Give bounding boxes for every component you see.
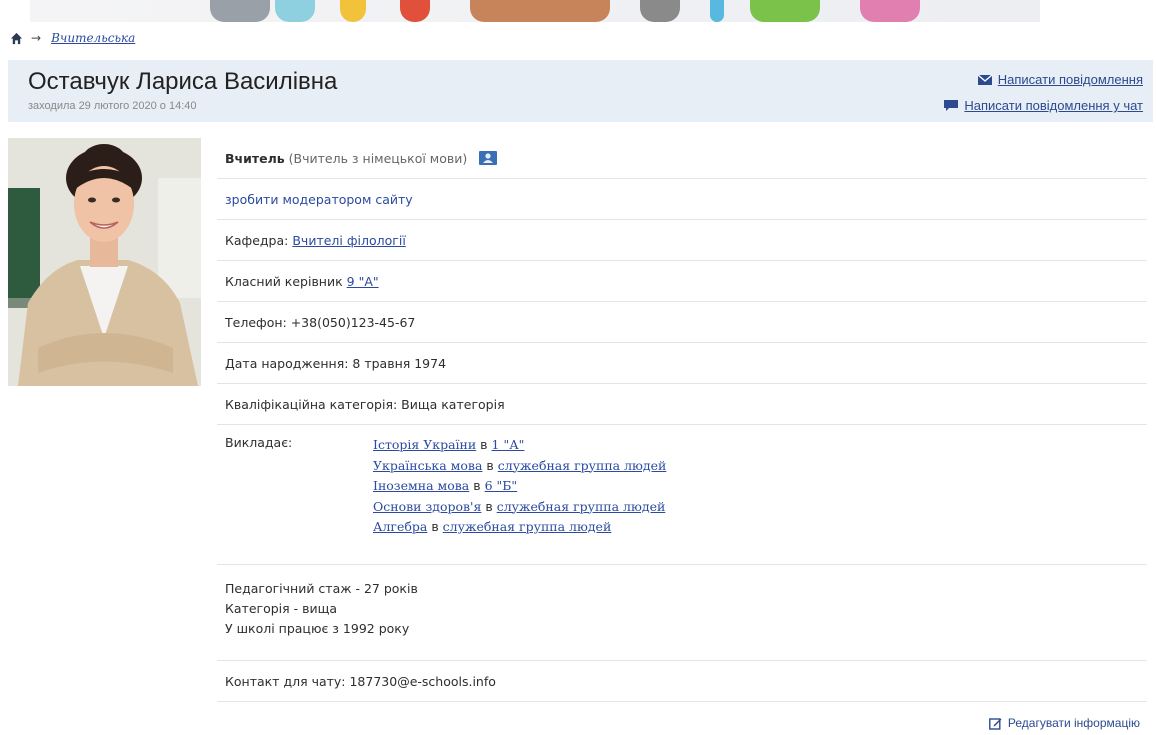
edit-icon	[988, 717, 1002, 730]
role-detail: (Вчитель з німецької мови)	[288, 150, 468, 166]
profile-name: Оставчук Лариса Василівна	[28, 68, 338, 95]
profile-info: Вчитель (Вчитель з німецької мови) зроби…	[217, 138, 1147, 702]
last-seen-text: заходила 29 лютого 2020 о 14:40	[28, 100, 197, 112]
list-item: Основи здоров'я в служебная группа людей	[373, 497, 666, 518]
list-item: Іноземна мова в 6 "Б"	[373, 476, 666, 497]
department-link[interactable]: Вчителі філології	[292, 233, 405, 248]
edit-info-link[interactable]: Редагувати інформацію	[988, 716, 1140, 730]
chat-icon	[944, 99, 959, 111]
role-row: Вчитель (Вчитель з німецької мови)	[217, 138, 1147, 178]
list-item: Історія України в 1 "А"	[373, 435, 666, 456]
subject-separator: в	[482, 457, 498, 473]
experience-line: Категорія - вища	[225, 601, 338, 616]
qualification-text: Кваліфікаційна категорія: Вища категорія	[225, 396, 505, 412]
class-teacher-row: Класний керівник 9 "А"	[217, 260, 1147, 301]
subject-link[interactable]: Українська мова	[373, 458, 482, 473]
arrow-right-icon: →	[31, 31, 42, 45]
experience-row: Педагогічний стаж - 27 років Категорія -…	[217, 564, 1147, 660]
chat-contact-row: Контакт для чату: 187730@e-schools.info	[217, 660, 1147, 702]
list-item: Алгебра в служебная группа людей	[373, 517, 666, 538]
birth-date-text: Дата народження: 8 травня 1974	[225, 355, 447, 371]
subject-separator: в	[469, 478, 485, 493]
subject-separator: в	[476, 437, 492, 452]
birth-date-row: Дата народження: 8 травня 1974	[217, 342, 1147, 383]
phone-row: Телефон: +38(050)123-45-67	[217, 301, 1147, 342]
subject-link[interactable]: Іноземна мова	[373, 478, 469, 493]
group-link[interactable]: служебная группа людей	[497, 499, 666, 514]
breadcrumb-link-teachers[interactable]: Вчительська	[51, 31, 135, 45]
experience-line: Педагогічний стаж - 27 років	[225, 581, 418, 596]
teaches-label: Викладає:	[225, 435, 293, 450]
class-link[interactable]: 9 "А"	[347, 274, 379, 289]
chat-contact-text: Контакт для чату: 187730@e-schools.info	[225, 673, 496, 689]
group-link[interactable]: 1 "А"	[492, 437, 525, 452]
subject-link[interactable]: Історія України	[373, 437, 476, 452]
subject-separator: в	[481, 498, 497, 514]
role-title: Вчитель	[225, 150, 285, 166]
experience-line: У школі працює з 1992 року	[225, 621, 410, 636]
group-link[interactable]: служебная группа людей	[443, 519, 612, 534]
department-label: Кафедра:	[225, 232, 289, 248]
qualification-row: Кваліфікаційна категорія: Вища категорія	[217, 383, 1147, 424]
department-row: Кафедра: Вчителі філології	[217, 219, 1147, 260]
top-banner	[30, 0, 1040, 22]
make-moderator-row: зробити модератором сайту	[217, 178, 1147, 219]
write-message-link[interactable]: Написати повідомлення	[977, 72, 1143, 87]
envelope-icon	[977, 74, 992, 85]
class-teacher-label: Класний керівник	[225, 273, 343, 289]
subject-separator: в	[427, 519, 443, 534]
group-link[interactable]: служебная группа людей	[498, 458, 667, 473]
phone-text: Телефон: +38(050)123-45-67	[225, 314, 416, 330]
breadcrumb: → Вчительська	[10, 28, 135, 48]
edit-info-label[interactable]: Редагувати інформацію	[1008, 716, 1140, 730]
teaches-row: Викладає: Історія України в 1 "А" Україн…	[217, 424, 1147, 564]
teacher-photo	[8, 138, 201, 386]
group-link[interactable]: 6 "Б"	[485, 478, 518, 493]
write-message-label[interactable]: Написати повідомлення	[998, 72, 1143, 87]
teaches-list: Історія України в 1 "А" Українська мова …	[373, 435, 666, 538]
subject-link[interactable]: Основи здоров'я	[373, 499, 481, 514]
home-icon[interactable]	[10, 32, 23, 45]
write-chat-message-link[interactable]: Написати повідомлення у чат	[944, 98, 1143, 113]
subject-link[interactable]: Алгебра	[373, 519, 427, 534]
list-item: Українська мова в служебная группа людей	[373, 456, 666, 477]
profile-header: Оставчук Лариса Василівна заходила 29 лю…	[8, 60, 1153, 122]
make-moderator-link[interactable]: зробити модератором сайту	[225, 192, 413, 207]
vcard-icon[interactable]	[479, 151, 498, 165]
write-chat-message-label[interactable]: Написати повідомлення у чат	[964, 98, 1143, 113]
